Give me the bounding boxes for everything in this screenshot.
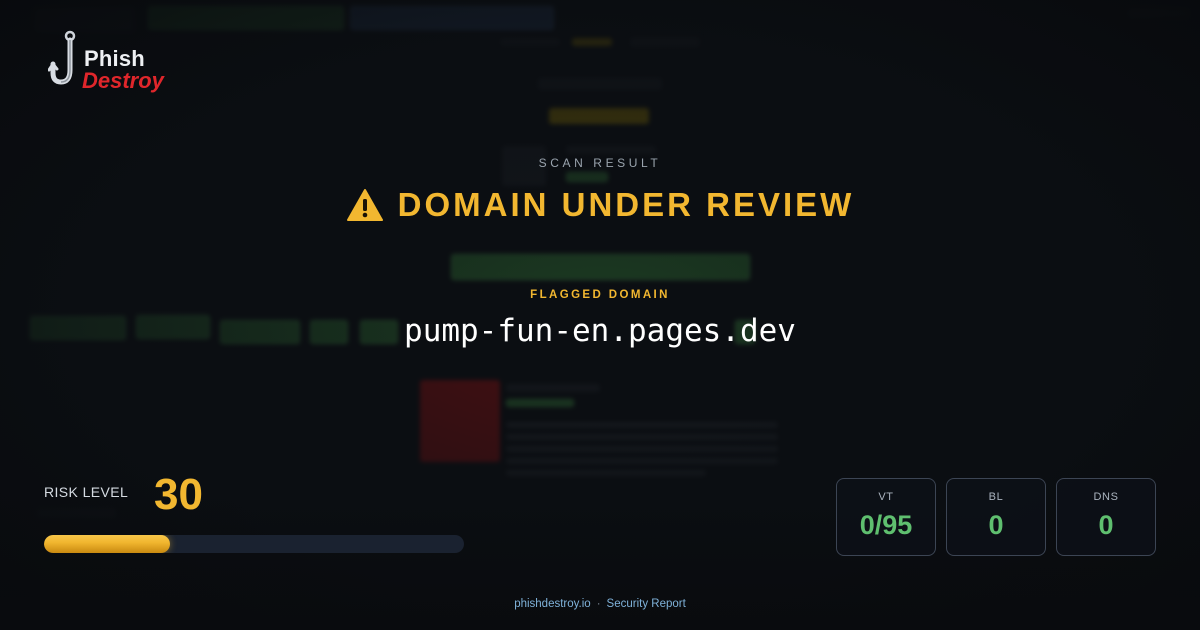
status-headline: DOMAIN UNDER REVIEW xyxy=(0,183,1200,227)
footer-separator: · xyxy=(596,598,601,610)
risk-level-bar xyxy=(44,535,464,553)
warning-triangle-icon xyxy=(346,189,383,221)
scan-result-label: SCAN RESULT xyxy=(538,156,662,170)
stat-card-bl: BL 0 xyxy=(946,478,1046,556)
stat-card-value: 0/95 xyxy=(859,510,913,540)
stat-card-value: 0 xyxy=(1098,510,1114,540)
risk-level-bar-fill xyxy=(44,535,170,553)
flagged-domain-value: pump-fun-en.pages.dev xyxy=(404,313,796,349)
stat-card-label: VT xyxy=(878,491,894,503)
footer-site-link[interactable]: phishdestroy.io xyxy=(514,598,591,610)
risk-level-value: 30 xyxy=(154,470,203,519)
brand-logo: Phish Destroy xyxy=(46,30,176,94)
footer-report-label: Security Report xyxy=(606,598,686,610)
risk-level-label: RISK LEVEL xyxy=(44,484,129,500)
status-text: DOMAIN UNDER REVIEW xyxy=(397,186,855,223)
stat-card-vt: VT 0/95 xyxy=(836,478,936,556)
stat-card-label: DNS xyxy=(1093,491,1119,503)
brand-name-line2: Destroy xyxy=(82,68,164,93)
stat-card-dns: DNS 0 xyxy=(1056,478,1156,556)
flagged-domain-label: FLAGGED DOMAIN xyxy=(530,289,670,301)
footer: phishdestroy.io · Security Report xyxy=(0,598,1200,610)
stat-card-label: BL xyxy=(988,491,1004,503)
stat-card-value: 0 xyxy=(988,510,1004,540)
